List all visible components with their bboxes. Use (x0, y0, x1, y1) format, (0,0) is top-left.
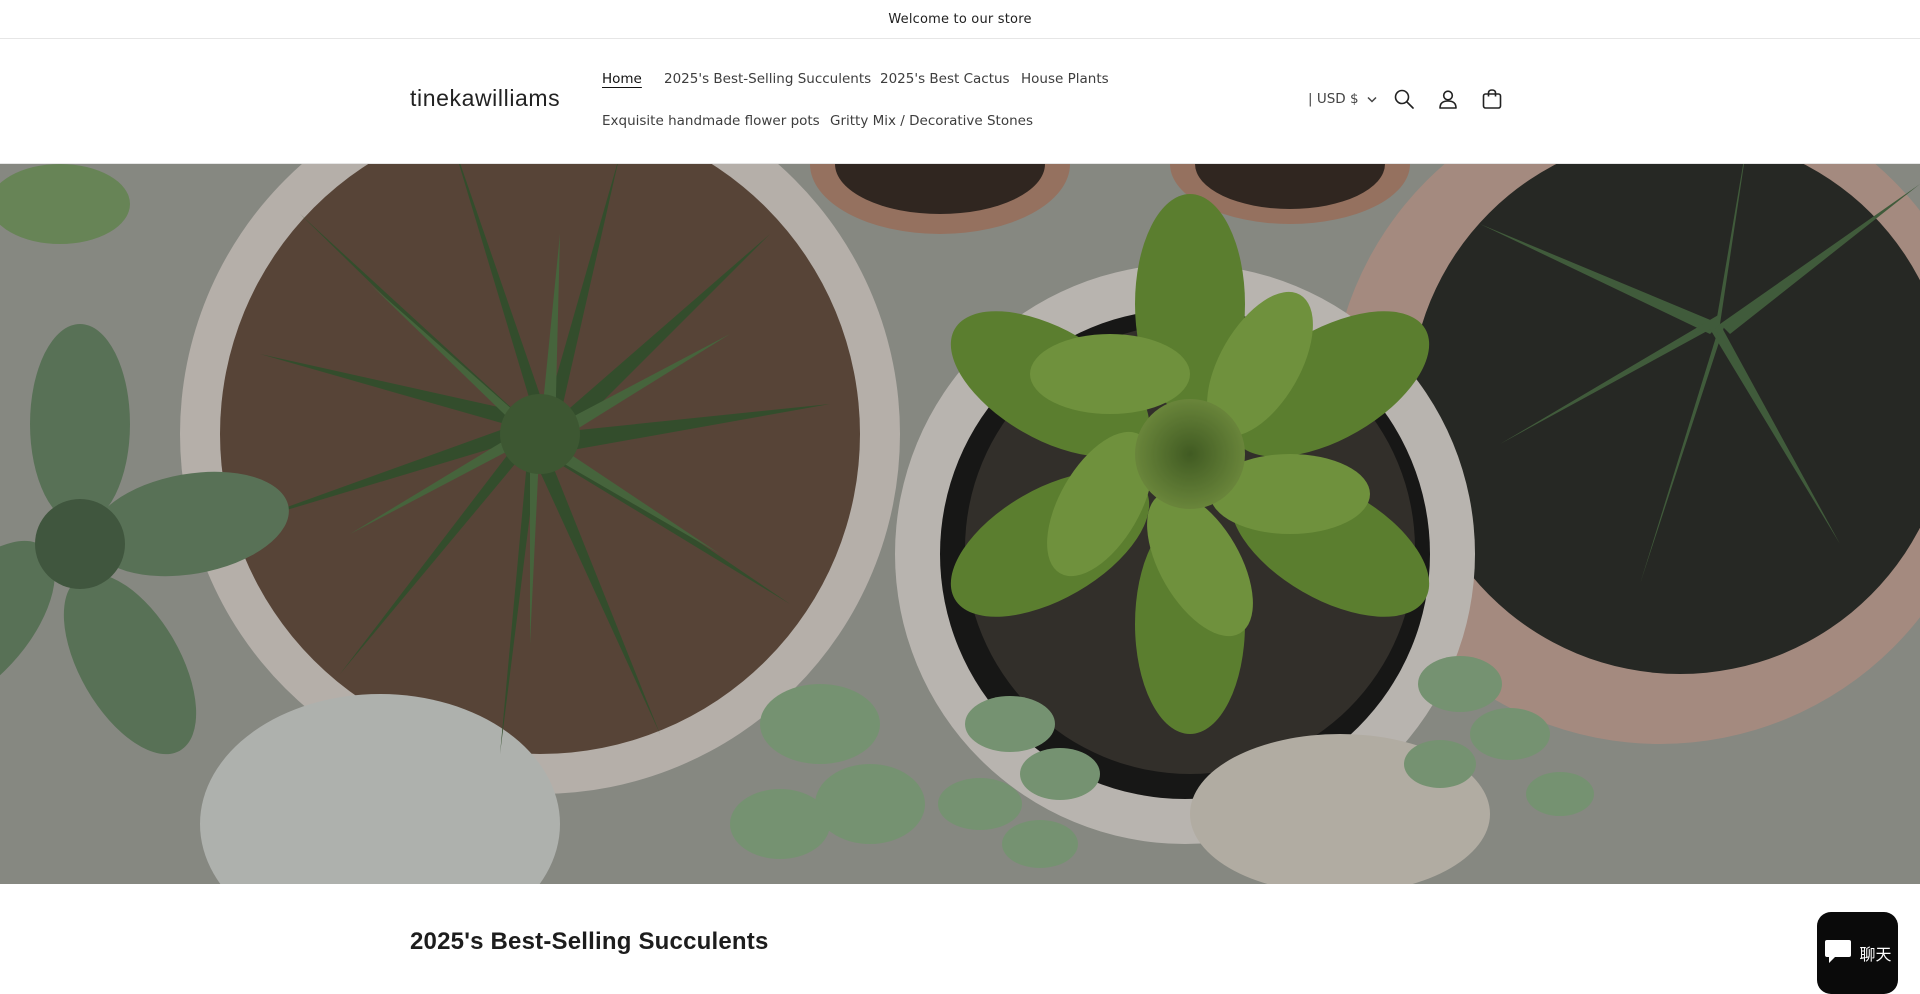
announcement-bar: Welcome to our store (0, 0, 1920, 39)
nav-item-best-selling-succulents[interactable]: 2025's Best-Selling Succulents (664, 71, 871, 87)
hero-banner (0, 164, 1920, 884)
nav-item-home[interactable]: Home (602, 71, 642, 87)
nav-item-gritty-mix[interactable]: Gritty Mix / Decorative Stones (830, 113, 1033, 129)
account-icon[interactable] (1435, 86, 1461, 112)
succulents-hero-image (0, 164, 1920, 884)
chat-label: 聊天 (1859, 945, 1892, 964)
cart-icon[interactable] (1479, 86, 1505, 112)
store-logo[interactable]: tinekawilliams (410, 85, 560, 112)
section-title: 2025's Best-Selling Succulents (410, 928, 769, 955)
chat-icon (1823, 937, 1853, 969)
nav-item-flower-pots[interactable]: Exquisite handmade flower pots (602, 113, 820, 129)
chat-button[interactable]: 聊天 (1817, 912, 1898, 994)
site-header: tinekawilliams Home 2025's Best-Selling … (0, 39, 1920, 164)
announcement-text: Welcome to our store (888, 11, 1032, 27)
currency-selector[interactable]: | USD $ (1308, 91, 1377, 107)
nav-item-house-plants[interactable]: House Plants (1021, 71, 1109, 87)
search-icon[interactable] (1391, 86, 1417, 112)
nav-item-best-cactus[interactable]: 2025's Best Cactus (880, 71, 1010, 87)
currency-label: | USD $ (1308, 91, 1359, 107)
chevron-down-icon (1367, 91, 1377, 107)
